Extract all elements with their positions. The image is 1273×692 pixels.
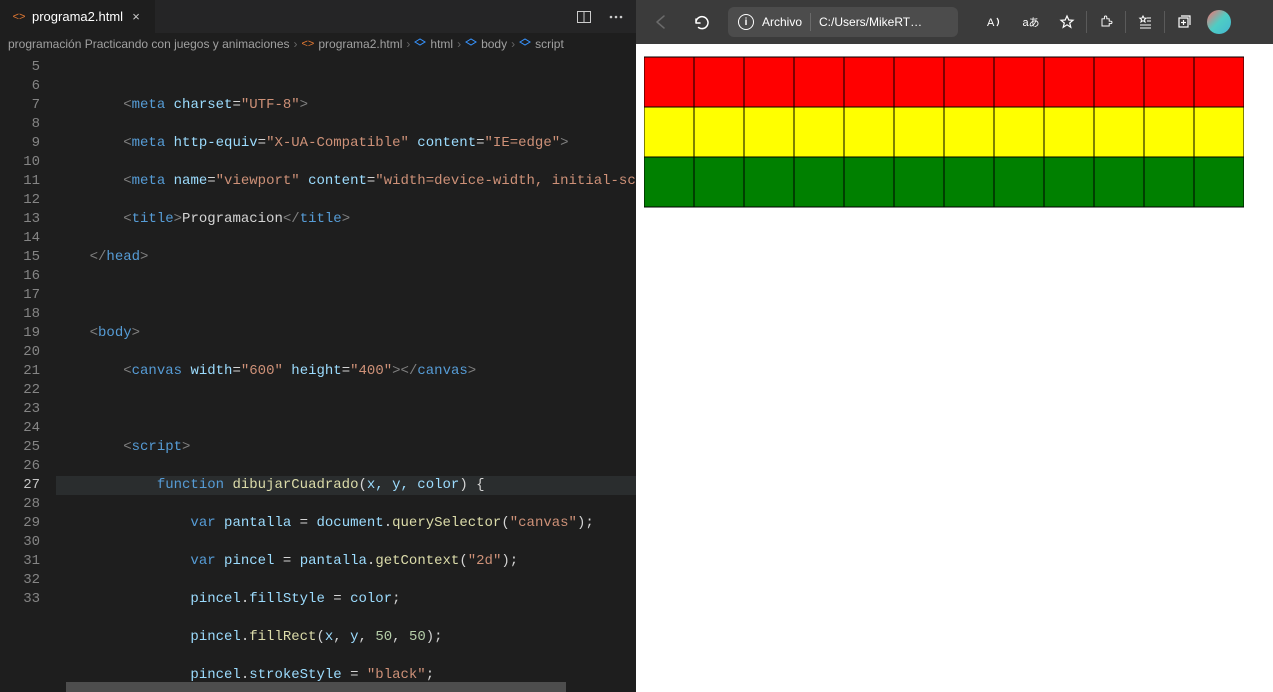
browser-toolbar: i Archivo C:/Users/MikeRT… A aあ — [636, 0, 1273, 44]
favorite-icon[interactable] — [1050, 7, 1084, 37]
code-content[interactable]: <meta charset="UTF-8"> <meta http-equiv=… — [56, 55, 636, 682]
line-number-gutter: 5678910111213141516171819202122232425262… — [0, 55, 56, 682]
toolbar-right: A aあ — [978, 7, 1231, 37]
split-editor-icon[interactable] — [576, 9, 592, 25]
code-editor[interactable]: 5678910111213141516171819202122232425262… — [0, 55, 636, 682]
breadcrumb[interactable]: programación Practicando con juegos y an… — [0, 33, 636, 55]
browser-viewport — [636, 44, 1273, 692]
symbol-icon — [465, 38, 477, 50]
tab-bar: <> programa2.html × — [0, 0, 636, 33]
breadcrumb-file[interactable]: programa2.html — [318, 37, 402, 51]
divider — [1164, 11, 1165, 33]
more-actions-icon[interactable] — [608, 9, 624, 25]
addr-label: Archivo — [762, 15, 802, 29]
editor-pane: <> programa2.html × programación Practic… — [0, 0, 636, 692]
svg-text:A: A — [987, 17, 995, 29]
html-file-icon: <> — [12, 10, 26, 24]
symbol-icon — [414, 38, 426, 50]
horizontal-scrollbar[interactable] — [66, 682, 580, 692]
breadcrumb-symbol[interactable]: script — [535, 37, 564, 51]
tab-filename: programa2.html — [32, 9, 123, 24]
chevron-right-icon: › — [406, 37, 410, 51]
divider — [1086, 11, 1087, 33]
breadcrumb-symbol[interactable]: html — [430, 37, 453, 51]
scrollbar-thumb[interactable] — [66, 682, 566, 692]
translate-icon[interactable]: aあ — [1014, 7, 1048, 37]
divider — [1125, 11, 1126, 33]
extensions-icon[interactable] — [1089, 7, 1123, 37]
addr-path: C:/Users/MikeRT… — [819, 15, 922, 29]
collections-icon[interactable] — [1167, 7, 1201, 37]
profile-avatar[interactable] — [1207, 10, 1231, 34]
canvas-output — [644, 52, 1244, 212]
favorites-bar-icon[interactable] — [1128, 7, 1162, 37]
breadcrumb-symbol[interactable]: body — [481, 37, 507, 51]
chevron-right-icon: › — [511, 37, 515, 51]
html-file-icon: <> — [302, 38, 315, 50]
info-icon[interactable]: i — [738, 14, 754, 30]
breadcrumb-folder[interactable]: programación Practicando con juegos y an… — [8, 37, 290, 51]
refresh-button[interactable] — [688, 9, 714, 35]
back-button[interactable] — [648, 9, 674, 35]
chevron-right-icon: › — [457, 37, 461, 51]
tab-programa2[interactable]: <> programa2.html × — [0, 0, 156, 33]
browser-pane: i Archivo C:/Users/MikeRT… A aあ — [636, 0, 1273, 692]
chevron-right-icon: › — [294, 37, 298, 51]
close-icon[interactable]: × — [129, 10, 143, 24]
read-aloud-icon[interactable]: A — [978, 7, 1012, 37]
tab-bar-actions — [576, 9, 636, 25]
divider — [810, 13, 811, 31]
address-bar[interactable]: i Archivo C:/Users/MikeRT… — [728, 7, 958, 37]
symbol-icon — [519, 38, 531, 50]
